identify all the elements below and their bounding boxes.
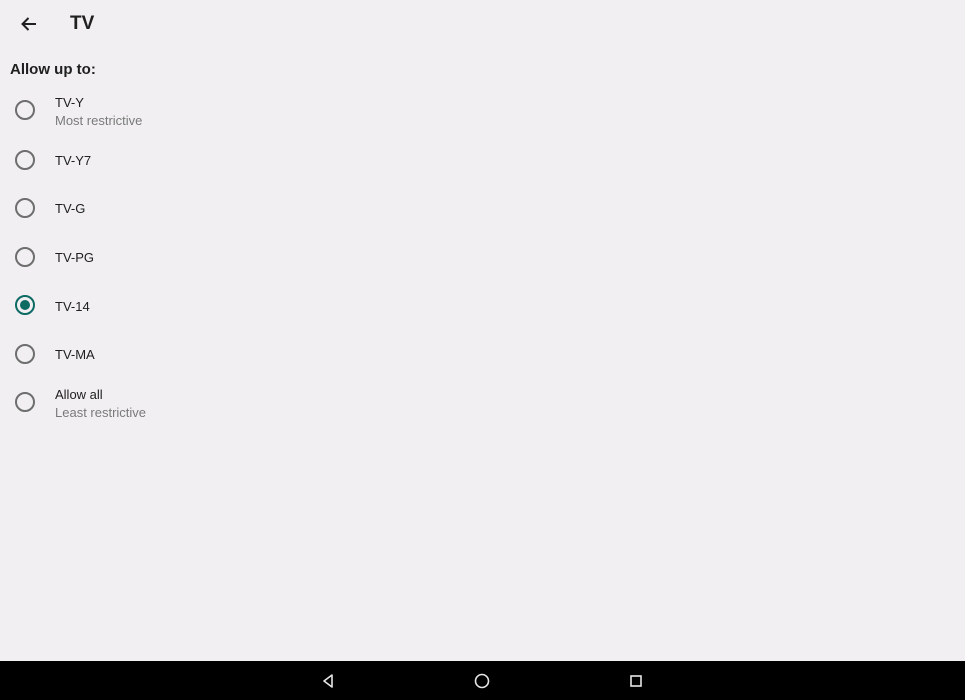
nav-back-button[interactable] bbox=[316, 669, 340, 693]
option-allow-all[interactable]: Allow all Least restrictive bbox=[0, 378, 965, 426]
radio-button[interactable] bbox=[15, 247, 35, 267]
option-label: Allow all bbox=[55, 387, 103, 402]
radio-button-selected[interactable] bbox=[15, 295, 35, 315]
nav-home-icon bbox=[474, 673, 490, 689]
option-tv-pg[interactable]: TV-PG bbox=[0, 233, 965, 281]
option-tv-y7[interactable]: TV-Y7 bbox=[0, 136, 965, 184]
radio-button[interactable] bbox=[15, 100, 35, 120]
option-label: TV-Y bbox=[55, 95, 84, 110]
page-title: TV bbox=[70, 13, 95, 34]
radio-button[interactable] bbox=[15, 344, 35, 364]
arrow-left-icon bbox=[21, 17, 36, 31]
section-label: Allow up to: bbox=[10, 61, 96, 78]
option-label: TV-14 bbox=[55, 299, 90, 314]
nav-recents-icon bbox=[630, 675, 642, 687]
option-tv-y[interactable]: TV-Y Most restrictive bbox=[0, 86, 965, 134]
nav-recents-button[interactable] bbox=[624, 669, 648, 693]
top-app-bar: TV bbox=[0, 0, 965, 50]
radio-button[interactable] bbox=[15, 392, 35, 412]
nav-home-button[interactable] bbox=[470, 669, 494, 693]
option-tv-g[interactable]: TV-G bbox=[0, 184, 965, 232]
radio-button[interactable] bbox=[15, 198, 35, 218]
option-tv-ma[interactable]: TV-MA bbox=[0, 330, 965, 378]
option-label: TV-PG bbox=[55, 250, 95, 265]
option-label: TV-MA bbox=[55, 347, 95, 362]
option-sublabel: Least restrictive bbox=[55, 405, 147, 420]
system-navigation-bar bbox=[0, 661, 965, 700]
option-sublabel: Most restrictive bbox=[55, 113, 143, 128]
option-label: TV-G bbox=[55, 201, 86, 216]
option-tv-14[interactable]: TV-14 bbox=[0, 281, 965, 329]
nav-back-icon bbox=[323, 674, 333, 688]
option-label: TV-Y7 bbox=[55, 153, 92, 168]
radio-button[interactable] bbox=[15, 150, 35, 170]
back-button[interactable] bbox=[14, 10, 44, 38]
